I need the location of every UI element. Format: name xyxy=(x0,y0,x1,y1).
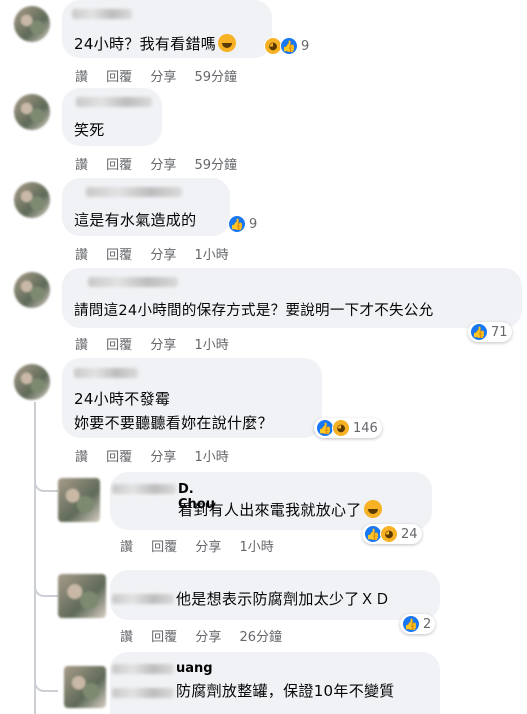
blurred-author-name[interactable] xyxy=(112,484,176,494)
reaction-count: 2 xyxy=(423,616,432,632)
thread-connector xyxy=(34,402,36,714)
reaction-summary[interactable]: 👍 ◕ 24 xyxy=(362,524,422,544)
like-button[interactable]: 讚 xyxy=(75,244,88,263)
comment-text: 24小時？我有看錯嗎 xyxy=(74,33,237,55)
like-button[interactable]: 讚 xyxy=(75,66,88,85)
comment-actions: 讚 回覆 分享 1小時 xyxy=(75,446,243,465)
author-name[interactable]: uang xyxy=(176,661,213,676)
reply-text-content: 看到有人出來電我就放心了 xyxy=(178,501,362,519)
reaction-summary[interactable]: 👍 71 xyxy=(468,322,512,342)
blurred-author-name[interactable] xyxy=(112,688,174,698)
reaction-summary[interactable]: 👍 9 xyxy=(226,214,261,234)
reply-text: 他是想表示防腐劑加太少了ＸＤ xyxy=(176,590,391,608)
blurred-author-name[interactable] xyxy=(72,9,132,19)
avatar[interactable] xyxy=(14,272,50,308)
haha-icon: ◕ xyxy=(380,525,398,543)
share-button[interactable]: 分享 xyxy=(150,154,176,173)
comment-actions: 讚 回覆 分享 59分鐘 xyxy=(75,66,251,85)
reply-text: 看到有人出來電我就放心了 xyxy=(178,499,382,521)
thread-branch xyxy=(34,670,58,692)
reply-text: 防腐劑放整罐，保證10年不變質 xyxy=(176,682,395,700)
avatar[interactable] xyxy=(58,478,100,522)
upside-down-emoji-icon xyxy=(363,500,382,518)
avatar[interactable] xyxy=(14,182,50,218)
reply-button[interactable]: 回覆 xyxy=(151,536,177,555)
grinning-emoji-icon xyxy=(218,34,237,52)
reaction-count: 146 xyxy=(353,420,378,436)
comment-actions: 讚 回覆 分享 59分鐘 xyxy=(75,154,251,173)
share-button[interactable]: 分享 xyxy=(195,536,221,555)
avatar[interactable] xyxy=(14,94,50,130)
reaction-summary[interactable]: 👍 2 xyxy=(400,614,436,634)
timestamp[interactable]: 59分鐘 xyxy=(194,154,237,173)
reply-actions: 讚 回覆 分享 1小時 xyxy=(120,536,288,555)
timestamp[interactable]: 1小時 xyxy=(239,536,273,555)
share-button[interactable]: 分享 xyxy=(150,244,176,263)
timestamp[interactable]: 26分鐘 xyxy=(239,626,282,645)
avatar[interactable] xyxy=(14,364,50,400)
share-button[interactable]: 分享 xyxy=(150,66,176,85)
like-icon: 👍 xyxy=(470,323,488,341)
haha-icon: ◕ xyxy=(332,419,350,437)
like-button[interactable]: 讚 xyxy=(75,446,88,465)
reaction-count: 9 xyxy=(249,216,258,232)
reply-button[interactable]: 回覆 xyxy=(106,154,132,173)
reply-button[interactable]: 回覆 xyxy=(106,446,132,465)
timestamp[interactable]: 1小時 xyxy=(194,334,228,353)
blurred-author-name[interactable] xyxy=(112,664,174,674)
reaction-count: 71 xyxy=(491,324,508,340)
comment-text-line: 24小時不發霉 xyxy=(74,390,171,408)
thread-branch xyxy=(34,575,58,597)
like-icon: 👍 xyxy=(280,37,298,55)
reply-actions: 讚 回覆 分享 26分鐘 xyxy=(120,626,296,645)
comment-text: 這是有水氣造成的 xyxy=(74,211,197,229)
like-icon: 👍 xyxy=(402,615,420,633)
timestamp[interactable]: 59分鐘 xyxy=(194,66,237,85)
blurred-author-name[interactable] xyxy=(88,277,178,287)
comment-text: 笑死 xyxy=(74,121,105,139)
blurred-author-name[interactable] xyxy=(86,187,182,197)
comment-actions: 讚 回覆 分享 1小時 xyxy=(75,334,243,353)
avatar[interactable] xyxy=(64,666,106,708)
avatar[interactable] xyxy=(58,574,106,618)
reply-button[interactable]: 回覆 xyxy=(106,244,132,263)
blurred-author-name[interactable] xyxy=(112,594,174,604)
reply-button[interactable]: 回覆 xyxy=(106,334,132,353)
blurred-author-name[interactable] xyxy=(76,97,152,107)
like-button[interactable]: 讚 xyxy=(120,626,133,645)
timestamp[interactable]: 1小時 xyxy=(194,446,228,465)
reply-button[interactable]: 回覆 xyxy=(151,626,177,645)
share-button[interactable]: 分享 xyxy=(195,626,221,645)
thread-branch xyxy=(34,470,58,492)
like-button[interactable]: 讚 xyxy=(75,154,88,173)
reaction-count: 24 xyxy=(401,526,418,542)
like-icon: 👍 xyxy=(228,215,246,233)
like-button[interactable]: 讚 xyxy=(120,536,133,555)
reaction-summary[interactable]: 👍 ◕ 146 xyxy=(314,418,382,438)
share-button[interactable]: 分享 xyxy=(150,446,176,465)
blurred-author-name[interactable] xyxy=(74,368,138,378)
comment-text-content: 24小時？我有看錯嗎 xyxy=(74,35,217,53)
share-button[interactable]: 分享 xyxy=(150,334,176,353)
avatar[interactable] xyxy=(14,6,50,42)
timestamp[interactable]: 1小時 xyxy=(194,244,228,263)
comment-actions: 讚 回覆 分享 1小時 xyxy=(75,244,243,263)
comment-text-line: 妳要不要聽聽看妳在說什麼？ xyxy=(74,414,273,432)
reaction-count: 9 xyxy=(301,38,310,54)
comment-text: 請問這24小時間的保存方式是？要說明一下才不失公允 xyxy=(74,303,434,319)
like-button[interactable]: 讚 xyxy=(75,334,88,353)
reaction-summary[interactable]: ◕ 👍 9 xyxy=(262,36,313,56)
reply-button[interactable]: 回覆 xyxy=(106,66,132,85)
